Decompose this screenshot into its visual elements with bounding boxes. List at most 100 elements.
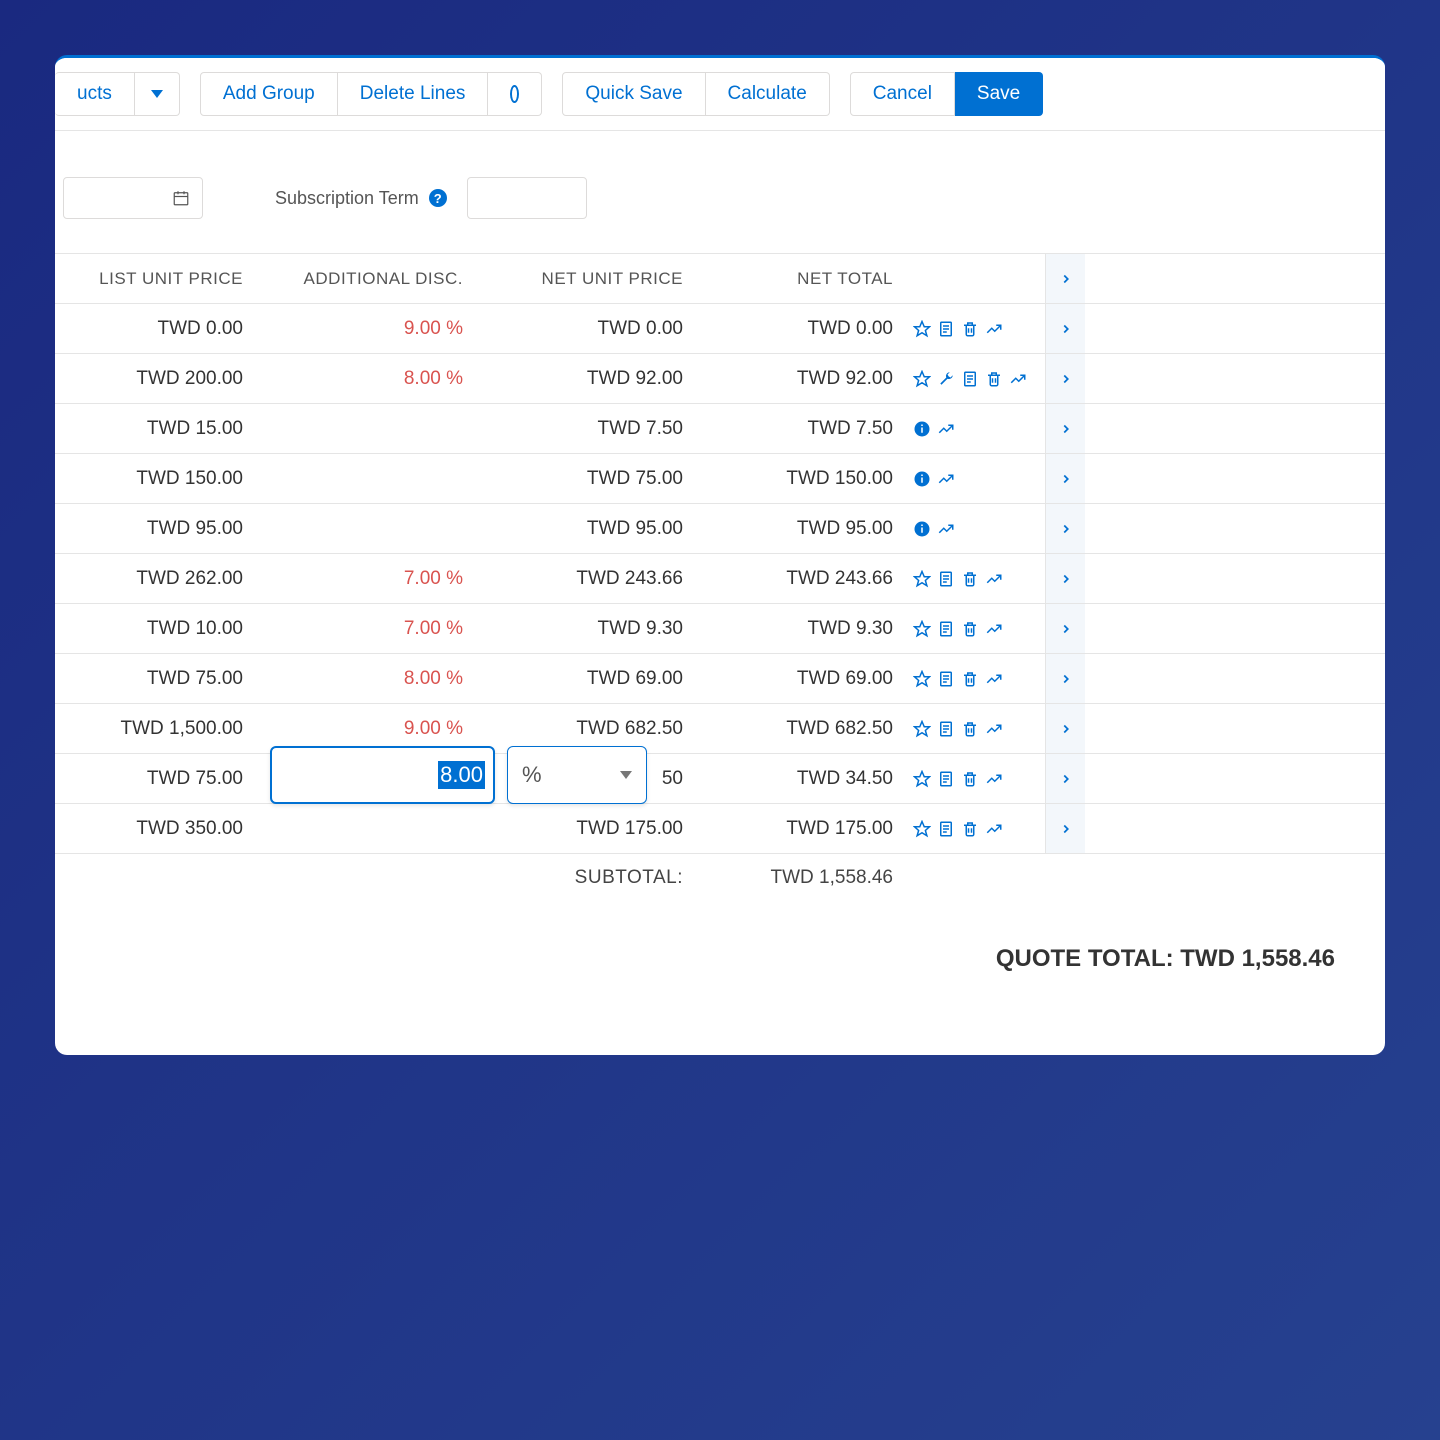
subtotal-row: SUBTOTAL: TWD 1,558.46 [55, 853, 1385, 901]
trend-icon[interactable] [985, 620, 1003, 638]
trash-icon[interactable] [961, 670, 979, 688]
discount-cell[interactable]: 8.00 % [392, 668, 475, 690]
expand-row[interactable] [1045, 654, 1085, 703]
trend-icon[interactable] [937, 420, 955, 438]
star-icon[interactable] [913, 320, 931, 338]
expand-row[interactable] [1045, 604, 1085, 653]
discount-cell[interactable]: 9.00 % [392, 318, 475, 340]
star-icon[interactable] [913, 770, 931, 788]
expand-row[interactable] [1045, 504, 1085, 553]
star-icon[interactable] [913, 570, 931, 588]
row-actions [905, 770, 1045, 788]
subscription-term-input[interactable] [467, 177, 587, 219]
net-total-cell: TWD 682.50 [774, 718, 905, 740]
row-actions [905, 670, 1045, 688]
document-icon[interactable] [937, 820, 955, 838]
document-icon[interactable] [937, 720, 955, 738]
document-icon[interactable] [937, 570, 955, 588]
expand-row[interactable] [1045, 754, 1085, 803]
quick-save-button[interactable]: Quick Save [562, 72, 705, 116]
list-price-cell: TWD 75.00 [135, 768, 255, 790]
trash-icon[interactable] [961, 570, 979, 588]
document-icon[interactable] [937, 770, 955, 788]
table-row: TWD 0.00 9.00 % TWD 0.00 TWD 0.00 [55, 303, 1385, 353]
net-total-cell: TWD 7.50 [795, 418, 905, 440]
add-group-button[interactable]: Add Group [200, 72, 338, 116]
expand-row[interactable] [1045, 554, 1085, 603]
row-actions [905, 470, 1045, 488]
row-actions [905, 520, 1045, 538]
calculate-button[interactable]: Calculate [706, 72, 830, 116]
cancel-button[interactable]: Cancel [850, 72, 955, 116]
trend-icon[interactable] [985, 820, 1003, 838]
expand-row[interactable] [1045, 804, 1085, 853]
expand-row[interactable] [1045, 354, 1085, 403]
products-button[interactable]: ucts [55, 72, 135, 116]
row-actions [905, 620, 1045, 638]
trash-icon[interactable] [961, 620, 979, 638]
document-icon[interactable] [937, 320, 955, 338]
refresh-button[interactable] [488, 72, 542, 116]
net-total-cell: TWD 175.00 [774, 818, 905, 840]
info-icon[interactable] [913, 470, 931, 488]
discount-cell[interactable]: 7.00 % [392, 618, 475, 640]
discount-cell[interactable]: 9.00 % [392, 718, 475, 740]
star-icon[interactable] [913, 370, 931, 388]
trash-icon[interactable] [961, 820, 979, 838]
net-price-cell: TWD 69.00 [575, 668, 695, 690]
trend-icon[interactable] [985, 320, 1003, 338]
star-icon[interactable] [913, 720, 931, 738]
net-total-cell: TWD 150.00 [774, 468, 905, 490]
trash-icon[interactable] [961, 320, 979, 338]
info-icon[interactable] [913, 420, 931, 438]
row-actions [905, 720, 1045, 738]
circle-icon [510, 85, 519, 103]
date-field[interactable] [63, 177, 203, 219]
list-price-cell: TWD 200.00 [124, 368, 255, 390]
trend-icon[interactable] [1009, 370, 1027, 388]
discount-cell[interactable]: 7.00 % [392, 568, 475, 590]
discount-unit-select[interactable]: % [507, 746, 647, 804]
expand-row[interactable] [1045, 454, 1085, 503]
trend-icon[interactable] [937, 520, 955, 538]
trash-icon[interactable] [961, 770, 979, 788]
trash-icon[interactable] [985, 370, 1003, 388]
quote-total-value: TWD 1,558.46 [1180, 945, 1335, 972]
trash-icon[interactable] [961, 720, 979, 738]
net-price-cell: TWD 243.66 [564, 568, 695, 590]
discount-cell[interactable]: 8.00 % [392, 368, 475, 390]
star-icon[interactable] [913, 620, 931, 638]
expand-row[interactable] [1045, 704, 1085, 753]
save-button[interactable]: Save [955, 72, 1043, 116]
wrench-icon[interactable] [937, 370, 955, 388]
products-dropdown-button[interactable] [135, 72, 180, 116]
star-icon[interactable] [913, 670, 931, 688]
net-total-cell: TWD 34.50 [785, 768, 905, 790]
net-total-cell: TWD 0.00 [795, 318, 905, 340]
trend-icon[interactable] [985, 720, 1003, 738]
trend-icon[interactable] [985, 570, 1003, 588]
table-row: TWD 75.00 8.00 % TWD 69.00 TWD 69.00 [55, 653, 1385, 703]
row-actions [905, 370, 1045, 388]
list-price-cell: TWD 262.00 [124, 568, 255, 590]
col-net-total: NET TOTAL [785, 269, 905, 289]
discount-input[interactable]: 8.00 [270, 746, 495, 804]
col-additional-disc: ADDITIONAL DISC. [292, 269, 475, 289]
document-icon[interactable] [937, 620, 955, 638]
table-row: TWD 150.00 TWD 75.00 TWD 150.00 [55, 453, 1385, 503]
info-icon[interactable] [913, 520, 931, 538]
document-icon[interactable] [961, 370, 979, 388]
trend-icon[interactable] [985, 670, 1003, 688]
quote-total-label: QUOTE TOTAL: [996, 945, 1174, 972]
discount-editor-popup: 8.00 % [270, 746, 647, 804]
document-icon[interactable] [937, 670, 955, 688]
expand-row[interactable] [1045, 304, 1085, 353]
star-icon[interactable] [913, 820, 931, 838]
delete-lines-button[interactable]: Delete Lines [338, 72, 489, 116]
trend-icon[interactable] [937, 470, 955, 488]
expand-row[interactable] [1045, 404, 1085, 453]
net-total-cell: TWD 92.00 [785, 368, 905, 390]
trend-icon[interactable] [985, 770, 1003, 788]
expand-header[interactable] [1045, 254, 1085, 303]
help-icon[interactable]: ? [429, 189, 447, 207]
